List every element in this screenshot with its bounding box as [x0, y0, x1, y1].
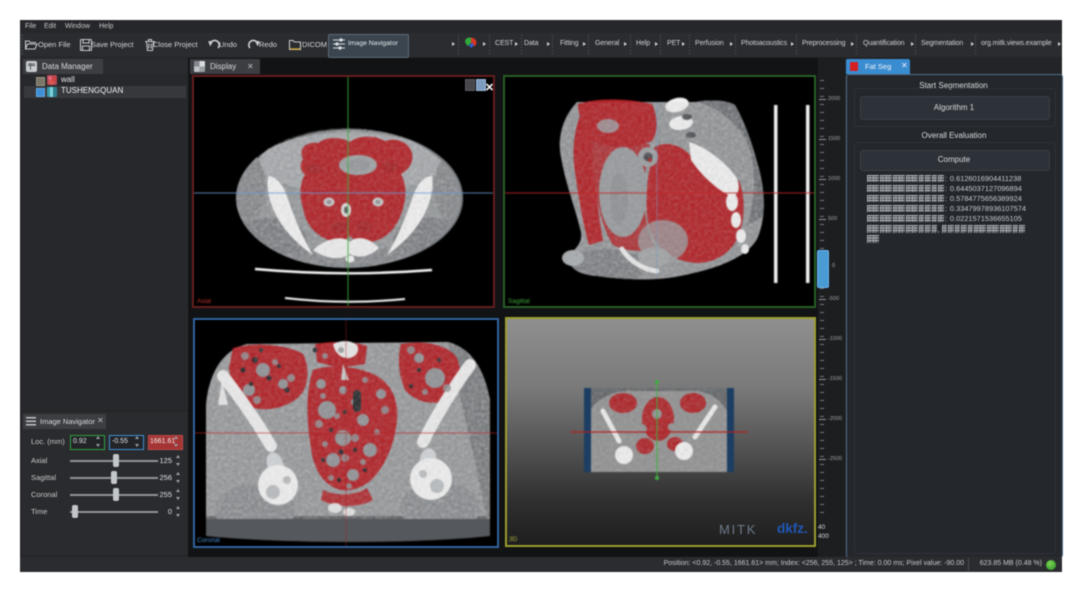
svg-text:Coronal: Coronal [197, 537, 220, 544]
svg-text:Sagittal: Sagittal [508, 298, 530, 305]
svg-text:3D: 3D [509, 536, 518, 543]
svg-text:Axial: Axial [197, 298, 212, 305]
